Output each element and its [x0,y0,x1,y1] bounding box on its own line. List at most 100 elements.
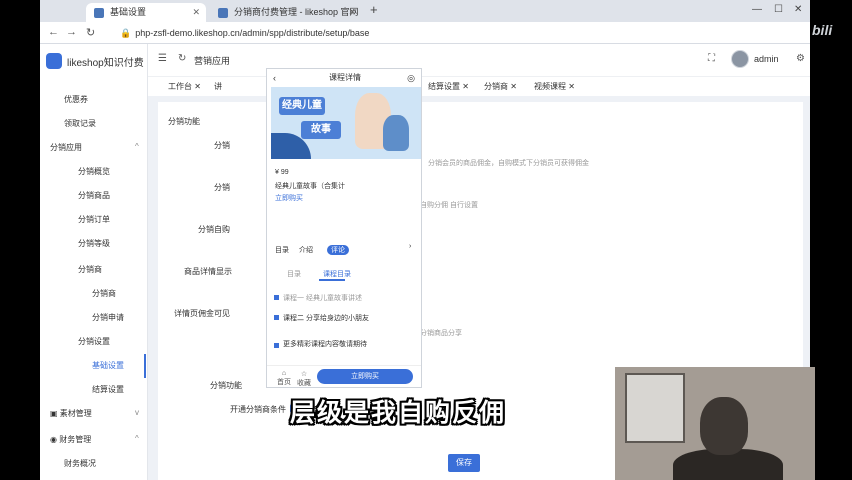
help-text: 分销商品分享 [420,330,462,337]
sidebar-group-distribution[interactable]: 分销应用 ^ [50,142,139,153]
webcam-window [625,373,685,443]
avatar[interactable] [731,50,749,68]
refresh-icon[interactable]: ↻ [178,53,186,64]
materials-icon: ▣ [50,409,60,418]
preview-subtab[interactable]: 目录 [287,269,301,279]
back-icon[interactable]: ← [48,26,59,38]
course-banner: 经典儿童 故事 [271,87,421,159]
sidebar-item-levels[interactable]: 分销等级 [78,238,110,249]
bilibili-watermark: bili [812,22,833,38]
browser-tab[interactable]: 分销商付费管理 - likeshop 官网 ... ✕ [210,3,362,36]
sidebar-item-products[interactable]: 分销商品 [78,190,110,201]
sidebar-item-applications[interactable]: 分销申请 [92,312,124,323]
sidebar-item-overview[interactable]: 分销概览 [78,166,110,177]
section-title: 分销功能 [168,117,200,126]
chevron-up-icon: ^ [135,142,139,151]
sidebar-item-orders[interactable]: 分销订单 [78,214,110,225]
page-tab-video-courses[interactable]: 视频课程 ✕ [534,81,575,92]
preview-tab-active[interactable]: 评论 [327,245,349,255]
minimize-icon[interactable]: — [752,4,762,15]
top-nav: ☰ ↻ 营销应用 ⛶ admin ⚙ [148,44,810,76]
sidebar-item-settlement[interactable]: 结算设置 [92,384,124,395]
close-tab-icon[interactable]: ✕ [348,3,356,22]
chevron-right-icon[interactable]: › [409,243,411,250]
page-tab-workbench[interactable]: 工作台 ✕ [168,81,201,92]
maximize-icon[interactable]: ☐ [774,4,783,15]
preview-subtab-active[interactable]: 课程目录 [323,269,351,279]
lesson-bullet-icon [274,343,279,348]
user-name[interactable]: admin [754,54,779,64]
finance-icon: ◉ [50,435,60,444]
mobile-preview: ‹ 课程详情 ◎ 经典儿童 故事 ¥ 99 经典儿童故事（合集计 立即购买 目录… [266,68,422,388]
sidebar: likeshop知识付费 优惠券 领取记录 分销应用 ^ 分销概览 分销商品 分销… [40,44,167,480]
collapse-icon[interactable]: ☰ [158,53,167,64]
form-label: 分销自购 [198,225,230,234]
open-condition-label: 开通分销商条件 [230,405,286,414]
lesson-bullet-icon [274,295,279,300]
preview-tab[interactable]: 介绍 [299,245,313,255]
favicon-icon [94,8,104,18]
back-icon[interactable]: ‹ [273,69,276,87]
video-subtitle: 层级是我自购反佣 [290,398,507,427]
subtab-underline [319,279,345,281]
form-label: 分销 [214,141,230,150]
settings-icon[interactable]: ⚙ [796,53,805,64]
lesson-item[interactable]: 更多精彩课程内容敬请期待 [283,339,367,349]
course-price: ¥ 99 [275,169,289,176]
preview-header: ‹ 课程详情 ◎ [267,69,421,87]
chevron-down-icon: v [135,408,139,417]
page-tab-lecture[interactable]: 讲 [214,81,222,92]
target-icon[interactable]: ◎ [407,69,415,87]
close-tab-icon[interactable]: ✕ [192,3,200,22]
form-label: 详情页佣金可见 [174,309,230,318]
sidebar-group-settings[interactable]: 分销设置^ [78,336,167,347]
forward-icon[interactable]: → [66,26,77,38]
chevron-up-icon: ^ [135,434,139,443]
lesson-item[interactable]: 课程二 分享给身边的小朋友 [283,313,369,323]
selected-indicator [144,354,146,378]
page-tab-settlement[interactable]: 结算设置 ✕ [428,81,469,92]
help-text: 分销会员的商品佣金，自购模式下分销员可获得佣金 [428,160,589,167]
favicon-icon [218,8,228,18]
preview-tab[interactable]: 目录 [275,245,289,255]
sidebar-item-distributors[interactable]: 分销商 [92,288,116,299]
sidebar-group-materials[interactable]: ▣ 素材管理 v [50,408,139,419]
browser-tab-bar: 基础设置 ✕ 分销商付费管理 - likeshop 官网 ... ✕ + — ☐… [40,0,810,36]
sidebar-item-coupons[interactable]: 优惠券 [64,94,88,105]
page-tab-distributors[interactable]: 分销商 ✕ [484,81,517,92]
banner-illustration [383,115,409,151]
home-icon[interactable]: ⌂ 首页 [277,370,291,387]
fullscreen-icon[interactable]: ⛶ [708,53,715,64]
logo-icon [46,53,62,69]
promo-link[interactable]: 立即购买 [275,193,303,203]
webcam-person-head [700,397,748,455]
browser-tab-active[interactable]: 基础设置 ✕ [86,3,206,22]
course-title: 经典儿童故事（合集计 [275,183,345,190]
section-title: 分销功能 [210,381,242,390]
close-window-icon[interactable]: ✕ [794,4,802,15]
sidebar-group-distributors[interactable]: 分销商^ [78,264,167,275]
buy-button[interactable]: 立即购买 [317,369,413,384]
save-button[interactable]: 保存 [448,454,480,472]
preview-title: 课程详情 [329,73,361,82]
preview-footer: ⌂ 首页 ☆ 收藏 立即购买 [267,365,421,387]
star-icon[interactable]: ☆ 收藏 [297,370,311,387]
new-tab-icon[interactable]: + [370,2,378,17]
webcam-overlay [615,367,815,480]
banner-text: 经典儿童 [279,97,325,115]
reload-icon[interactable]: ↻ [86,26,95,39]
sidebar-item-finance-overview[interactable]: 财务概况 [64,458,96,469]
sidebar-item-basic-settings[interactable]: 基础设置 [92,360,124,371]
tab-title: 基础设置 [110,7,147,17]
page-tabs: 工作台 ✕ 讲 结算设置 ✕ 分销商 ✕ 视频课程 ✕ [148,76,810,96]
sidebar-item-coupon-records[interactable]: 领取记录 [64,118,96,129]
lesson-bullet-icon [274,315,279,320]
sidebar-group-finance[interactable]: ◉ 财务管理 ^ [50,434,139,445]
app-nav-label[interactable]: 营销应用 [194,54,230,67]
lesson-item[interactable]: 课程一 经典儿童故事讲述 [283,293,362,303]
form-label: 分销 [214,183,230,192]
url-field[interactable]: 🔒 php-zsfl-demo.likeshop.cn/admin/spp/dis… [120,25,720,41]
url-text: php-zsfl-demo.likeshop.cn/admin/spp/dist… [135,28,370,38]
form-label: 商品详情显示 [184,267,232,276]
video-frame: 基础设置 ✕ 分销商付费管理 - likeshop 官网 ... ✕ + — ☐… [0,0,852,480]
